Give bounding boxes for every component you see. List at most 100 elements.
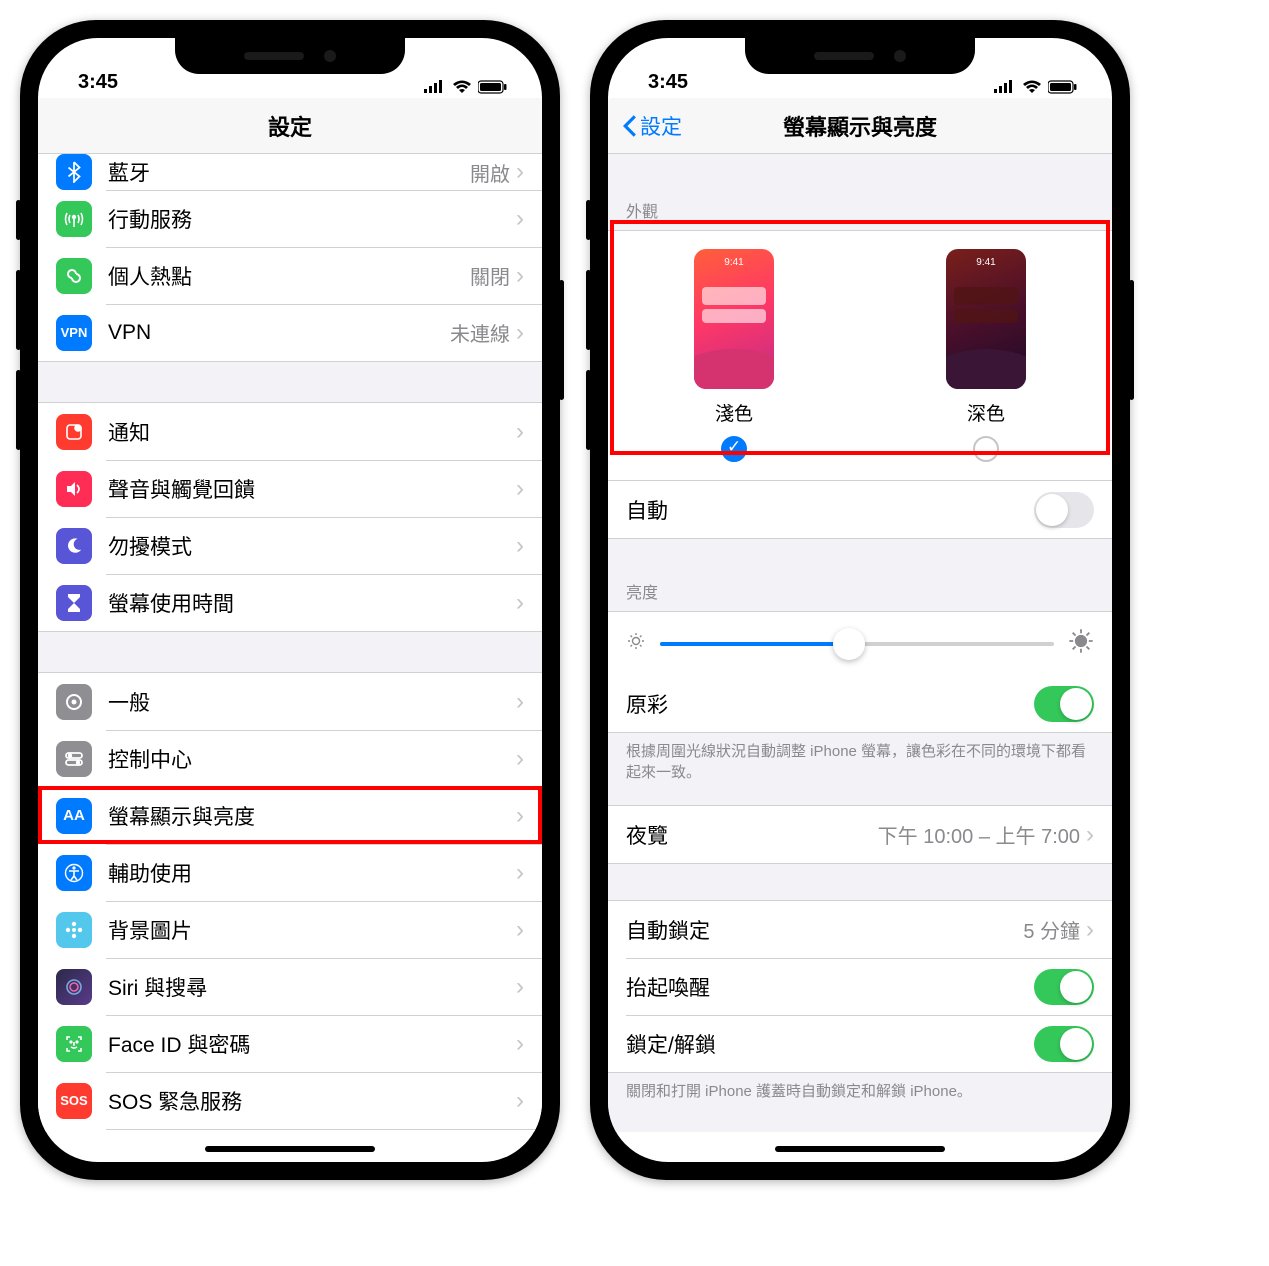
radio-checked-icon	[721, 436, 747, 462]
row-lockunlock[interactable]: 鎖定/解鎖	[608, 1015, 1112, 1072]
chevron-icon: ›	[516, 973, 524, 1001]
row-label: 背景圖片	[108, 915, 516, 945]
chevron-icon: ›	[516, 802, 524, 830]
row-notifications[interactable]: 通知 ›	[38, 403, 542, 460]
dark-label: 深色	[967, 399, 1005, 426]
status-icons	[994, 80, 1078, 94]
row-faceid[interactable]: Face ID 與密碼 ›	[38, 1015, 542, 1072]
row-dnd[interactable]: 勿擾模式 ›	[38, 517, 542, 574]
switch-off[interactable]	[1034, 492, 1094, 528]
row-siri[interactable]: Siri 與搜尋 ›	[38, 958, 542, 1015]
row-sos[interactable]: SOS SOS 緊急服務 ›	[38, 1072, 542, 1129]
moon-icon	[56, 528, 92, 564]
switch-on[interactable]	[1034, 686, 1094, 722]
row-raise[interactable]: 抬起喚醒	[608, 958, 1112, 1015]
light-label: 淺色	[715, 399, 753, 426]
home-indicator[interactable]	[205, 1146, 375, 1152]
row-label: 藍牙	[108, 157, 470, 187]
link-icon	[56, 258, 92, 294]
switch-on[interactable]	[1034, 1026, 1094, 1062]
chevron-icon: ›	[516, 319, 524, 347]
row-battery[interactable]: 電池 ›	[38, 1129, 542, 1132]
phone-right: 3:45 設定 螢幕顯示與亮度 外觀 淺色	[590, 20, 1130, 1180]
chevron-left-icon	[622, 114, 638, 138]
chevron-icon: ›	[516, 158, 524, 186]
row-label: 通知	[108, 417, 516, 447]
battery-icon	[1048, 80, 1078, 94]
row-general[interactable]: 一般 ›	[38, 673, 542, 730]
row-value: 開啟	[470, 158, 510, 187]
row-label: 自動鎖定	[626, 915, 1023, 945]
siri-icon	[56, 969, 92, 1005]
phone-left: 3:45 設定 藍牙 開啟 › 行動服務 ›	[20, 20, 560, 1180]
antenna-icon	[56, 201, 92, 237]
chevron-icon: ›	[516, 532, 524, 560]
row-bluetooth[interactable]: 藍牙 開啟 ›	[38, 154, 542, 190]
row-label: 一般	[108, 687, 516, 717]
speaker-icon	[56, 471, 92, 507]
truetone-footer: 根據周圍光線狀況自動調整 iPhone 螢幕，讓色彩在不同的環境下都看起來一致。	[608, 733, 1112, 791]
flower-icon	[56, 912, 92, 948]
row-control-center[interactable]: 控制中心 ›	[38, 730, 542, 787]
lockunlock-footer: 關閉和打開 iPhone 護蓋時自動鎖定和解鎖 iPhone。	[608, 1073, 1112, 1110]
row-auto[interactable]: 自動	[608, 481, 1112, 538]
notch	[175, 38, 405, 74]
sos-icon: SOS	[56, 1083, 92, 1119]
navbar: 設定	[38, 98, 542, 154]
row-label: Siri 與搜尋	[108, 972, 516, 1002]
appearance-light[interactable]: 淺色	[694, 249, 774, 462]
row-label: 抬起喚醒	[626, 972, 1034, 1002]
chevron-icon: ›	[516, 745, 524, 773]
bluetooth-icon	[56, 154, 92, 190]
switch-on[interactable]	[1034, 969, 1094, 1005]
row-nightshift[interactable]: 夜覽 下午 10:00 – 上午 7:00 ›	[608, 806, 1112, 863]
brightness-slider[interactable]	[660, 642, 1054, 646]
brightness-header: 亮度	[608, 571, 1112, 611]
page-title: 螢幕顯示與亮度	[783, 110, 937, 142]
row-label: 個人熱點	[108, 261, 470, 291]
notifications-icon	[56, 414, 92, 450]
hourglass-icon	[56, 585, 92, 621]
row-sounds[interactable]: 聲音與觸覺回饋 ›	[38, 460, 542, 517]
chevron-icon: ›	[516, 589, 524, 617]
sun-small-icon	[626, 631, 646, 656]
row-display-brightness[interactable]: AA 螢幕顯示與亮度 ›	[38, 787, 542, 844]
row-truetone[interactable]: 原彩	[608, 675, 1112, 732]
back-button[interactable]: 設定	[622, 111, 682, 141]
row-wallpaper[interactable]: 背景圖片 ›	[38, 901, 542, 958]
row-autolock[interactable]: 自動鎖定 5 分鐘 ›	[608, 901, 1112, 958]
brightness-slider-row	[608, 612, 1112, 675]
light-preview	[694, 249, 774, 389]
row-label: 螢幕顯示與亮度	[108, 801, 516, 831]
dark-preview	[946, 249, 1026, 389]
row-accessibility[interactable]: 輔助使用 ›	[38, 844, 542, 901]
row-hotspot[interactable]: 個人熱點 關閉 ›	[38, 247, 542, 304]
row-label: 聲音與觸覺回饋	[108, 474, 516, 504]
appearance-dark[interactable]: 深色	[946, 249, 1026, 462]
home-indicator[interactable]	[775, 1146, 945, 1152]
cellular-icon	[424, 80, 446, 94]
back-label: 設定	[640, 111, 682, 141]
chevron-icon: ›	[516, 688, 524, 716]
notch	[745, 38, 975, 74]
chevron-icon: ›	[516, 205, 524, 233]
row-cellular[interactable]: 行動服務 ›	[38, 190, 542, 247]
row-label: 輔助使用	[108, 858, 516, 888]
chevron-icon: ›	[516, 1087, 524, 1115]
row-screentime[interactable]: 螢幕使用時間 ›	[38, 574, 542, 631]
chevron-icon: ›	[516, 916, 524, 944]
row-label: 行動服務	[108, 204, 516, 234]
row-label: 夜覽	[626, 820, 878, 850]
faceid-icon	[56, 1026, 92, 1062]
row-label: 勿擾模式	[108, 531, 516, 561]
appearance-header: 外觀	[608, 190, 1112, 230]
wifi-icon	[1022, 80, 1042, 94]
cellular-icon	[994, 80, 1016, 94]
toggles-icon	[56, 741, 92, 777]
textsize-icon: AA	[56, 798, 92, 834]
row-vpn[interactable]: VPN VPN 未連線 ›	[38, 304, 542, 361]
sun-large-icon	[1068, 628, 1094, 659]
chevron-icon: ›	[516, 262, 524, 290]
chevron-icon: ›	[516, 418, 524, 446]
chevron-icon: ›	[516, 475, 524, 503]
